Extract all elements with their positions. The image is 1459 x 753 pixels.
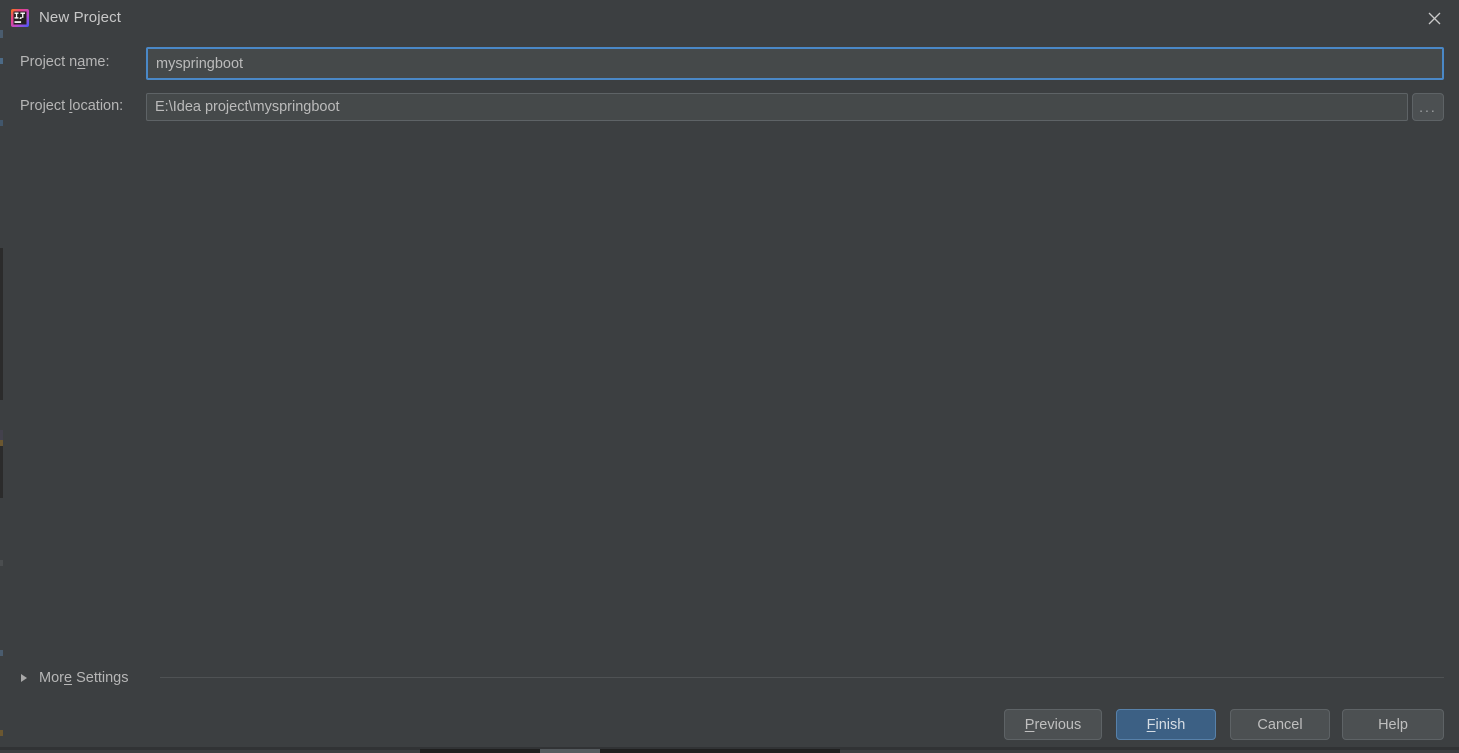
sliver-segment	[540, 749, 600, 753]
project-name-label: Project name:	[20, 54, 110, 70]
more-settings-divider	[160, 677, 1444, 678]
ide-window-bottom-sliver	[0, 747, 1459, 753]
triangle-right-icon	[21, 674, 27, 682]
new-project-dialog: New Project Project name: Project locati…	[3, 0, 1459, 747]
ellipsis-icon: ...	[1419, 99, 1437, 115]
previous-button[interactable]: Previous	[1004, 709, 1102, 740]
cancel-button[interactable]: Cancel	[1230, 709, 1330, 740]
close-icon[interactable]	[1411, 0, 1457, 37]
more-settings-toggle[interactable]: More Settings	[21, 666, 128, 690]
sliver-segment	[420, 749, 840, 753]
more-settings-label: More Settings	[39, 670, 129, 686]
browse-location-button[interactable]: ...	[1412, 93, 1444, 121]
help-button[interactable]: Help	[1342, 709, 1444, 740]
project-location-input[interactable]	[146, 93, 1408, 121]
project-location-label: Project location:	[20, 98, 124, 114]
dialog-titlebar: New Project	[3, 0, 1459, 37]
dialog-title: New Project	[39, 9, 121, 26]
intellij-idea-icon	[10, 8, 30, 28]
project-name-input[interactable]	[146, 47, 1444, 80]
finish-button[interactable]: Finish	[1116, 709, 1216, 740]
